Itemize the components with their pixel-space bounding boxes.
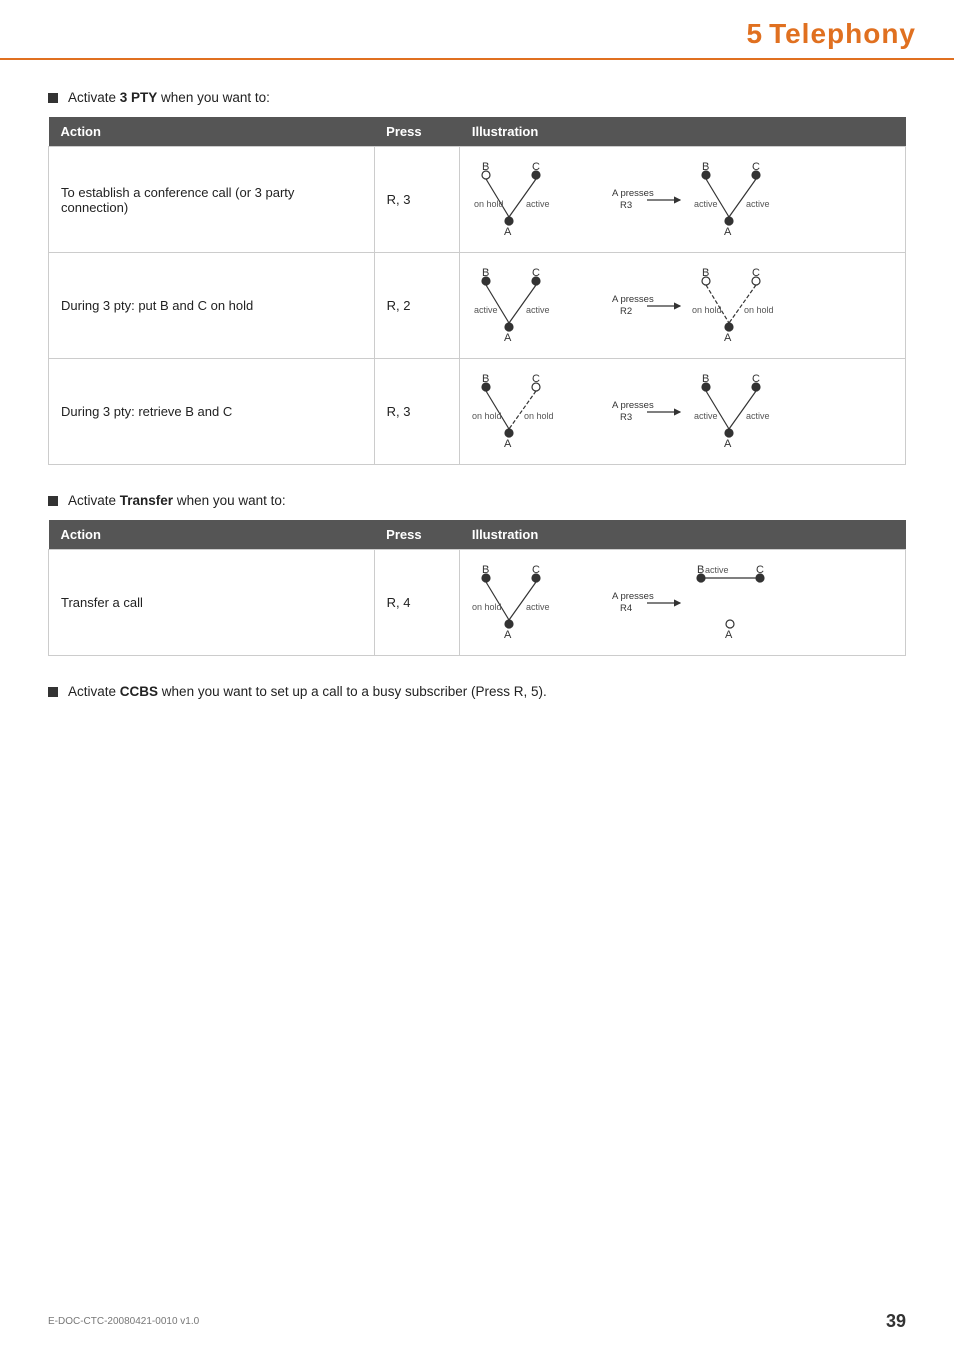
section-transfer-label: Activate Transfer when you want to: xyxy=(48,493,906,508)
row2-press: R, 2 xyxy=(374,253,460,359)
bullet-icon-ccbs xyxy=(48,687,58,697)
section-3pty: Activate 3 PTY when you want to: Action … xyxy=(48,90,906,465)
svg-text:on hold: on hold xyxy=(474,199,504,209)
row3-illus: B C A on hold on hold xyxy=(460,359,906,465)
bullet-icon-transfer xyxy=(48,496,58,506)
svg-text:A presses: A presses xyxy=(612,591,654,602)
transfer-row-illus: B C A on hold active xyxy=(460,550,906,656)
row3-press: R, 3 xyxy=(374,359,460,465)
svg-text:A presses: A presses xyxy=(612,400,654,411)
diag-left-establish: B C A xyxy=(472,157,602,242)
svg-text:active: active xyxy=(746,199,770,209)
diag-left-transfer: B C A on hold active xyxy=(472,560,602,645)
page-title: 5Telephony xyxy=(746,18,922,50)
illus-3pty-retrieve: B C A on hold on hold xyxy=(472,369,893,454)
svg-text:active: active xyxy=(526,305,550,315)
row1-action: To establish a conference call (or 3 par… xyxy=(49,147,375,253)
table-row: During 3 pty: retrieve B and C R, 3 B C xyxy=(49,359,906,465)
row1-illus: B C A xyxy=(460,147,906,253)
diag-left-retrieve: B C A on hold on hold xyxy=(472,369,602,454)
arrow-label-retrieve: A presses R3 xyxy=(612,397,682,427)
svg-text:A presses: A presses xyxy=(612,294,654,305)
svg-text:active: active xyxy=(694,411,718,421)
svg-text:A: A xyxy=(724,226,732,238)
row2-illus: B C A active active xyxy=(460,253,906,359)
svg-text:R2: R2 xyxy=(620,306,632,317)
svg-text:on hold: on hold xyxy=(744,305,774,315)
transfer-row-press: R, 4 xyxy=(374,550,460,656)
svg-text:A: A xyxy=(504,226,512,238)
table-row: During 3 pty: put B and C on hold R, 2 B… xyxy=(49,253,906,359)
row3-action: During 3 pty: retrieve B and C xyxy=(49,359,375,465)
svg-text:active: active xyxy=(694,199,718,209)
th-illus-transfer: Illustration xyxy=(460,520,906,550)
svg-text:active: active xyxy=(526,602,550,612)
svg-text:A: A xyxy=(725,629,733,641)
svg-text:active: active xyxy=(705,565,729,575)
section-ccbs-text: Activate CCBS when you want to set up a … xyxy=(68,684,547,699)
section-ccbs: Activate CCBS when you want to set up a … xyxy=(48,684,906,699)
page-number: 39 xyxy=(886,1311,906,1332)
bullet-icon xyxy=(48,93,58,103)
svg-text:active: active xyxy=(746,411,770,421)
row2-action: During 3 pty: put B and C on hold xyxy=(49,253,375,359)
svg-text:active: active xyxy=(526,199,550,209)
svg-text:A: A xyxy=(504,332,512,344)
transfer-row-action: Transfer a call xyxy=(49,550,375,656)
svg-text:A: A xyxy=(504,438,512,450)
diag-left-hold: B C A active active xyxy=(472,263,602,348)
section-transfer: Activate Transfer when you want to: Acti… xyxy=(48,493,906,656)
section-3pty-text: Activate 3 PTY when you want to: xyxy=(68,90,270,105)
svg-text:R3: R3 xyxy=(620,200,632,211)
illus-3pty-establish: B C A xyxy=(472,157,893,242)
table-3pty: Action Press Illustration To establish a… xyxy=(48,117,906,465)
section-transfer-text: Activate Transfer when you want to: xyxy=(68,493,286,508)
arrow-label-hold: A presses R2 xyxy=(612,291,682,321)
svg-text:A: A xyxy=(504,629,512,641)
table-row: Transfer a call R, 4 B C xyxy=(49,550,906,656)
svg-text:R4: R4 xyxy=(620,603,632,614)
section-3pty-label: Activate 3 PTY when you want to: xyxy=(48,90,906,105)
th-press-transfer: Press xyxy=(374,520,460,550)
page-footer: E-DOC-CTC-20080421-0010 v1.0 39 xyxy=(48,1311,906,1332)
page-header: 5Telephony xyxy=(0,0,954,60)
th-illustration: Illustration xyxy=(460,117,906,147)
svg-text:on hold: on hold xyxy=(472,411,502,421)
page-body: Activate 3 PTY when you want to: Action … xyxy=(0,90,954,699)
svg-text:A presses: A presses xyxy=(612,188,654,199)
chapter-title: Telephony xyxy=(769,18,916,49)
doc-id: E-DOC-CTC-20080421-0010 v1.0 xyxy=(48,1316,199,1327)
chapter-number: 5 xyxy=(746,18,763,49)
diag-right-hold: B C A on hold on hold xyxy=(692,263,822,348)
svg-text:on hold: on hold xyxy=(524,411,554,421)
table-transfer: Action Press Illustration Transfer a cal… xyxy=(48,520,906,656)
arrow-label-establish: A presses R3 xyxy=(612,185,682,215)
diag-right-establish: B C A active active xyxy=(692,157,822,242)
th-press: Press xyxy=(374,117,460,147)
diag-right-retrieve: B C A active active xyxy=(692,369,822,454)
svg-text:R3: R3 xyxy=(620,412,632,423)
svg-text:on hold: on hold xyxy=(472,602,502,612)
row1-press: R, 3 xyxy=(374,147,460,253)
illus-transfer: B C A on hold active xyxy=(472,560,893,645)
svg-text:A: A xyxy=(724,332,732,344)
arrow-label-transfer: A presses R4 xyxy=(612,588,682,618)
table-row: To establish a conference call (or 3 par… xyxy=(49,147,906,253)
th-action-transfer: Action xyxy=(49,520,375,550)
section-ccbs-label: Activate CCBS when you want to set up a … xyxy=(48,684,906,699)
svg-text:A: A xyxy=(724,438,732,450)
illus-3pty-hold: B C A active active xyxy=(472,263,893,348)
svg-text:on hold: on hold xyxy=(692,305,722,315)
th-action: Action xyxy=(49,117,375,147)
diag-right-transfer: B active C A xyxy=(692,560,822,645)
svg-text:active: active xyxy=(474,305,498,315)
